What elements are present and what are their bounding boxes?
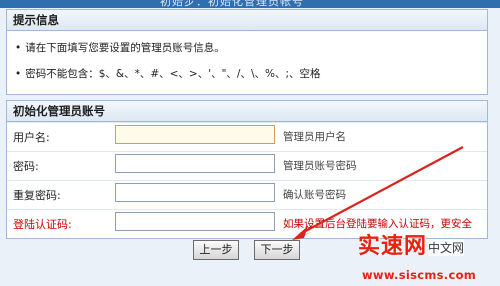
watermark-subtitle: 中文网: [428, 239, 465, 256]
watermark-brand: 实速网: [358, 234, 428, 259]
watermark-url: www.siscms.com: [362, 268, 477, 282]
watermark-logo: 实速网 中文网 www.siscms.com: [358, 228, 500, 286]
